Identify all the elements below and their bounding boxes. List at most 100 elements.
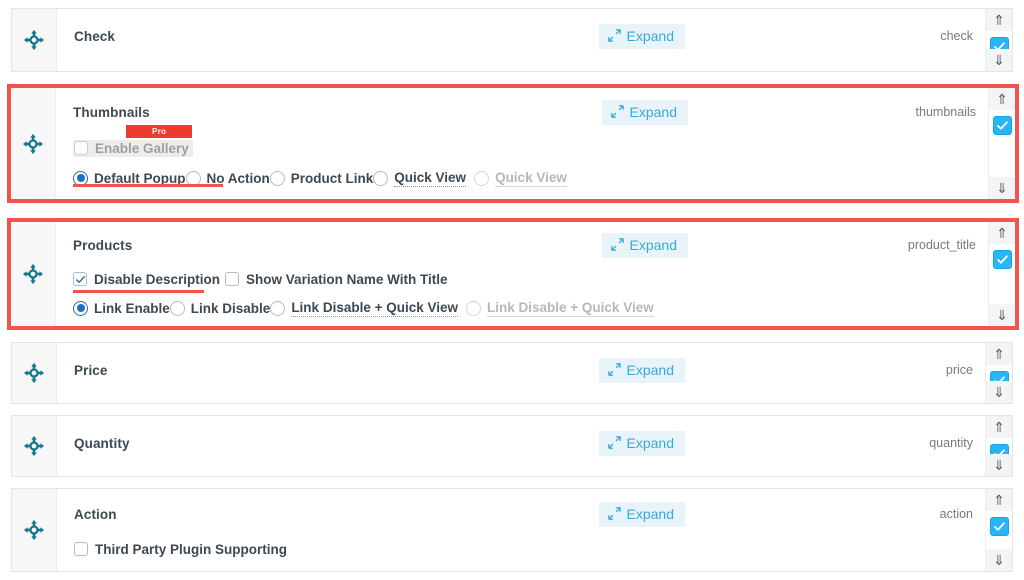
move-icon	[23, 435, 45, 457]
checkmark-icon	[994, 522, 1005, 531]
drag-handle-check[interactable]	[12, 9, 57, 71]
expand-button-action[interactable]: Expand	[598, 501, 685, 527]
card-rail-products: ⇑ ⇓	[988, 222, 1015, 326]
expand-button-thumbnails[interactable]: Expand	[601, 99, 688, 125]
move-up-button[interactable]: ⇑	[989, 88, 1015, 110]
radio-product-link[interactable]	[269, 170, 285, 186]
expand-button-products[interactable]: Expand	[601, 232, 688, 258]
radio-link-disable-quick-view-disabled	[466, 300, 482, 316]
card-body-action: Action Expand action Third Party Plugin …	[57, 489, 985, 571]
enable-gallery-label: Enable Gallery	[95, 140, 189, 156]
move-down-button[interactable]: ⇓	[986, 49, 1012, 71]
move-icon	[23, 519, 45, 541]
disable-description-checkbox[interactable]	[73, 272, 87, 286]
card-thumbnails[interactable]: Thumbnails Expand thumbnails Pro Enable …	[7, 84, 1019, 203]
card-action[interactable]: Action Expand action Third Party Plugin …	[11, 488, 1013, 572]
expand-button-check[interactable]: Expand	[598, 23, 685, 49]
radio-link-enable[interactable]	[73, 300, 88, 316]
move-icon	[22, 263, 44, 285]
card-slug: quantity	[929, 436, 973, 450]
drag-handle-action[interactable]	[12, 489, 57, 571]
card-title: Action	[74, 506, 117, 522]
move-down-button[interactable]: ⇓	[986, 381, 1012, 403]
card-title: Thumbnails	[73, 104, 150, 120]
card-rail-price: ⇑ ⇓	[985, 343, 1012, 403]
drag-handle-quantity[interactable]	[12, 416, 57, 476]
expand-button-label: Expand	[626, 27, 674, 44]
move-icon	[23, 362, 45, 384]
card-quantity[interactable]: Quantity Expand quantity ⇑ ⇓	[11, 415, 1013, 477]
card-rail-check: ⇑ ⇓	[985, 9, 1012, 71]
move-down-button[interactable]: ⇓	[986, 454, 1012, 476]
card-slug: check	[940, 29, 973, 43]
card-price[interactable]: Price Expand price ⇑ ⇓	[11, 342, 1013, 404]
card-rail-action: ⇑ ⇓	[985, 489, 1012, 571]
card-body-products: Products Expand product_title Disable De…	[56, 222, 988, 326]
move-down-button[interactable]: ⇓	[989, 304, 1015, 326]
enable-gallery-checkbox[interactable]	[74, 141, 88, 155]
products-checkbox-row: Disable Description Show Variation Name …	[73, 268, 988, 290]
enable-checkbox-thumbnails[interactable]	[993, 116, 1012, 135]
annotation-underline-disable-description	[73, 290, 204, 293]
show-variation-name-checkbox[interactable]	[225, 272, 240, 286]
enable-checkbox-action[interactable]	[990, 517, 1009, 536]
move-icon	[23, 29, 45, 51]
card-slug: price	[945, 363, 973, 377]
card-check[interactable]: Check Expand check ⇑ ⇓	[11, 8, 1013, 72]
radio-label-link-disable: Link Disable	[190, 300, 271, 316]
drag-handle-products[interactable]	[11, 222, 56, 326]
card-products[interactable]: Products Expand product_title Disable De…	[7, 218, 1019, 330]
radio-label-quick-view-disabled: Quick View	[495, 169, 567, 187]
radio-link-disable[interactable]	[169, 300, 185, 316]
move-up-button[interactable]: ⇑	[989, 222, 1015, 244]
radio-quick-view-disabled	[474, 170, 490, 186]
show-variation-name-label: Show Variation Name With Title	[246, 271, 448, 287]
expand-button-label: Expand	[626, 361, 674, 378]
third-party-plugin-row: Third Party Plugin Supporting	[74, 539, 985, 559]
options-products: Disable Description Show Variation Name …	[56, 268, 988, 333]
drag-handle-price[interactable]	[12, 343, 57, 403]
card-body-quantity: Quantity Expand quantity	[57, 416, 985, 476]
third-party-plugin-checkbox[interactable]	[74, 542, 88, 556]
checkmark-icon	[997, 121, 1008, 130]
radio-label-link-disable-quick-view-disabled: Link Disable + Quick View	[487, 299, 654, 317]
move-down-button[interactable]: ⇓	[989, 177, 1015, 199]
radio-label-link-disable-quick-view: Link Disable + Quick View	[291, 299, 459, 317]
move-up-button[interactable]: ⇑	[986, 9, 1012, 31]
card-body-check: Check Expand check	[57, 9, 985, 71]
enable-gallery-control[interactable]: Pro Enable Gallery	[73, 124, 193, 157]
radio-link-disable-quick-view[interactable]	[270, 300, 286, 316]
pro-badge: Pro	[126, 124, 193, 138]
expand-button-quantity[interactable]: Expand	[598, 430, 685, 456]
card-slug: action	[939, 507, 973, 521]
card-body-price: Price Expand price	[57, 343, 985, 403]
move-up-button[interactable]: ⇑	[986, 343, 1012, 365]
card-title: Products	[73, 237, 133, 253]
checkmark-icon	[997, 255, 1008, 264]
expand-button-price[interactable]: Expand	[598, 357, 685, 383]
move-icon	[22, 133, 44, 154]
enable-checkbox-products[interactable]	[993, 250, 1012, 269]
move-up-button[interactable]: ⇑	[986, 416, 1012, 438]
drag-handle-thumbnails[interactable]	[11, 88, 56, 199]
expand-arrows-icon	[607, 29, 621, 42]
checkmark-icon	[75, 275, 85, 283]
radio-label-product-link: Product Link	[290, 170, 374, 186]
card-title: Check	[74, 28, 116, 44]
card-title: Quantity	[74, 435, 130, 451]
expand-button-label: Expand	[629, 236, 677, 253]
expand-arrows-icon	[610, 238, 624, 251]
thumbnail-action-radio-group: Default Popup No Action Product Link Qui…	[73, 165, 988, 191]
radio-quick-view[interactable]	[373, 170, 389, 186]
card-title: Price	[74, 362, 108, 378]
annotation-underline-default-popup	[73, 184, 223, 187]
card-slug: thumbnails	[915, 105, 976, 119]
move-up-button[interactable]: ⇑	[986, 489, 1012, 511]
expand-arrows-icon	[610, 105, 624, 118]
radio-label-quick-view: Quick View	[394, 169, 467, 187]
move-down-button[interactable]: ⇓	[986, 549, 1012, 571]
card-rail-quantity: ⇑ ⇓	[985, 416, 1012, 476]
expand-button-label: Expand	[626, 434, 674, 451]
card-rail-thumbnails: ⇑ ⇓	[988, 88, 1015, 199]
expand-button-label: Expand	[629, 103, 677, 120]
